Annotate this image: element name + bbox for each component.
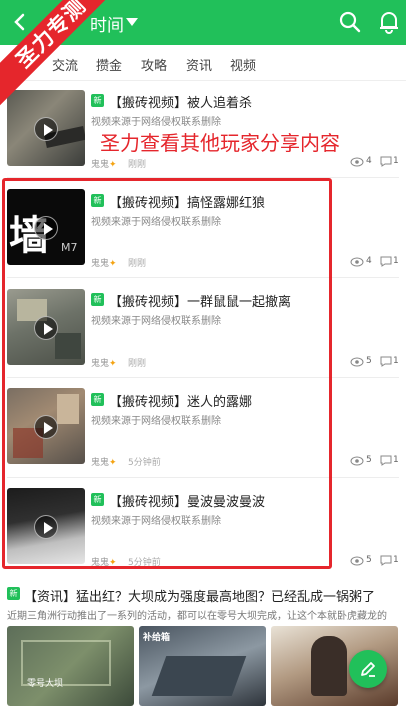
tab-video[interactable]: 视频: [230, 55, 256, 74]
post-description: 视频来源于网络侵权联系删除: [91, 416, 221, 427]
post-time: 刚刚: [128, 359, 147, 369]
thumbnail-text-small: M7: [61, 241, 78, 254]
comment-icon: [380, 356, 392, 367]
post-title[interactable]: 【搬砖视频】迷人的露娜: [109, 391, 252, 410]
video-thumbnail[interactable]: [7, 90, 85, 166]
comment-icon: [380, 156, 392, 167]
post-title[interactable]: 【搬砖视频】曼波曼波曼波: [109, 491, 265, 510]
new-tag: 新: [91, 194, 104, 207]
overlay-annotation: 圣力查看其他玩家分享内容: [100, 131, 340, 155]
video-thumbnail[interactable]: [7, 388, 85, 464]
eye-icon: [350, 257, 364, 267]
post-title[interactable]: 【搬砖视频】搞怪露娜红狼: [109, 192, 265, 211]
header-title[interactable]: 时间: [90, 11, 124, 36]
author-name[interactable]: 鬼鬼✦: [91, 455, 117, 468]
play-icon[interactable]: [34, 515, 58, 539]
new-tag: 新: [91, 493, 104, 506]
tab-exchange[interactable]: 交流: [52, 55, 78, 74]
view-count: 4: [366, 256, 372, 266]
comment-count: 1: [393, 555, 399, 565]
new-tag: 新: [91, 293, 104, 306]
comment-count: 1: [393, 156, 399, 166]
bell-icon[interactable]: [378, 10, 400, 34]
news-image[interactable]: 零号大坝: [7, 626, 134, 706]
post-description: 视频来源于网络侵权联系删除: [91, 516, 221, 527]
video-thumbnail[interactable]: [7, 488, 85, 564]
news-title[interactable]: 【资讯】猛出红？大坝成为强度最高地图？已经乱成一锅粥了: [24, 586, 375, 605]
play-icon[interactable]: [34, 117, 58, 141]
play-icon[interactable]: [34, 316, 58, 340]
play-icon[interactable]: [34, 415, 58, 439]
image-caption: 零号大坝: [27, 679, 64, 689]
view-count: 5: [366, 455, 372, 465]
author-name[interactable]: 鬼鬼✦: [91, 157, 117, 170]
comment-icon: [380, 256, 392, 267]
compose-button[interactable]: [349, 650, 387, 688]
caret-down-icon[interactable]: [126, 18, 138, 26]
video-thumbnail[interactable]: [7, 289, 85, 365]
post-description: 视频来源于网络侵权联系删除: [91, 217, 221, 228]
comment-icon: [380, 555, 392, 566]
comment-count: 1: [393, 356, 399, 366]
eye-icon: [350, 456, 364, 466]
comment-count: 1: [393, 256, 399, 266]
post-title[interactable]: 【搬砖视频】一群鼠鼠一起撤离: [109, 291, 291, 310]
play-icon[interactable]: [34, 216, 58, 240]
view-count: 4: [366, 156, 372, 166]
post-time: 5分钟前: [128, 458, 161, 468]
comment-icon: [380, 455, 392, 466]
tab-gold[interactable]: 攒金: [96, 55, 122, 74]
author-name[interactable]: 鬼鬼✦: [91, 555, 117, 568]
tab-guide[interactable]: 攻略: [141, 55, 167, 74]
tab-news[interactable]: 资讯: [186, 55, 212, 74]
image-caption: 补给箱: [143, 633, 171, 643]
list-item[interactable]: 新 【搬砖视频】曼波曼波曼波 视频来源于网络侵权联系删除 鬼鬼✦ 5分钟前 5 …: [0, 478, 406, 576]
post-time: 刚刚: [128, 259, 147, 269]
eye-icon: [350, 357, 364, 367]
post-time: 5分钟前: [128, 558, 161, 568]
list-item[interactable]: 新 【搬砖视频】迷人的露娜 视频来源于网络侵权联系删除 鬼鬼✦ 5分钟前 5 1: [0, 378, 406, 478]
new-tag: 新: [91, 94, 104, 107]
view-count: 5: [366, 555, 372, 565]
author-name[interactable]: 鬼鬼✦: [91, 356, 117, 369]
post-title[interactable]: 【搬砖视频】被人追着杀: [109, 92, 252, 111]
edit-icon: [361, 662, 375, 677]
list-item[interactable]: 新 【搬砖视频】一群鼠鼠一起撤离 视频来源于网络侵权联系删除 鬼鬼✦ 刚刚 5 …: [0, 278, 406, 378]
news-description: 近期三角洲行动推出了一系列的活动，都可以在零号大坝完成，让这个本就卧虎藏龙的: [7, 611, 387, 622]
search-icon[interactable]: [339, 11, 361, 33]
news-image[interactable]: 补给箱: [139, 626, 266, 706]
post-time: 刚刚: [128, 160, 147, 170]
list-item[interactable]: 墙 M7 新 【搬砖视频】搞怪露娜红狼 视频来源于网络侵权联系删除 鬼鬼✦ 刚刚…: [0, 178, 406, 278]
view-count: 5: [366, 356, 372, 366]
post-description: 视频来源于网络侵权联系删除: [91, 117, 221, 128]
eye-icon: [350, 556, 364, 566]
new-tag: 新: [91, 393, 104, 406]
back-icon[interactable]: [10, 12, 30, 32]
video-thumbnail[interactable]: 墙 M7: [7, 189, 85, 265]
post-description: 视频来源于网络侵权联系删除: [91, 316, 221, 327]
tab-bar: 交流 攒金 攻略 资讯 视频: [0, 45, 406, 81]
eye-icon: [350, 157, 364, 167]
new-tag: 新: [7, 587, 20, 600]
comment-count: 1: [393, 455, 399, 465]
author-name[interactable]: 鬼鬼✦: [91, 256, 117, 269]
